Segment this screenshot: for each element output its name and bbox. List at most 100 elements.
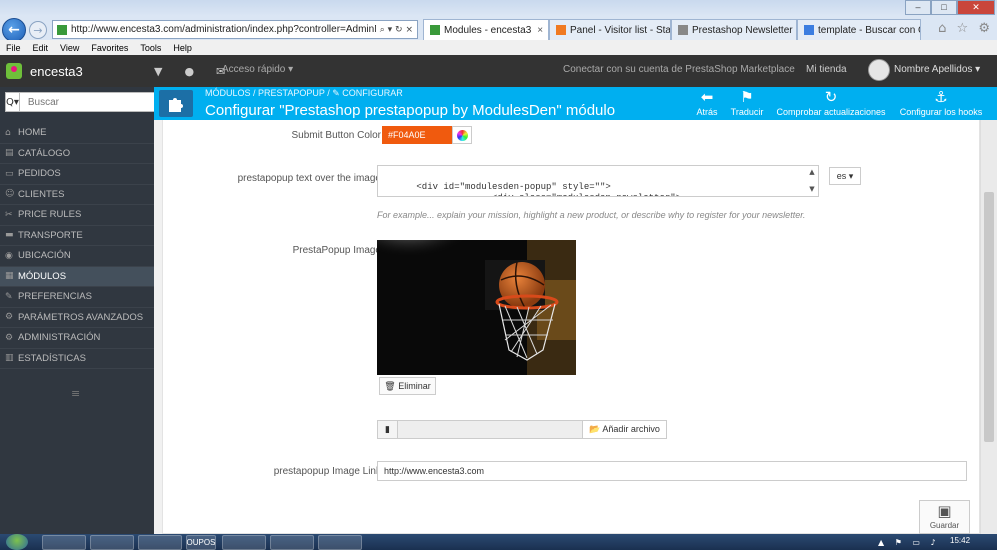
menu-file[interactable]: File [6, 43, 21, 53]
wrench-icon: ✎ [5, 291, 13, 302]
quick-access-menu[interactable]: Acceso rápido ▾ [222, 64, 293, 75]
language-select[interactable]: es ▾ [829, 167, 861, 185]
menu-tools[interactable]: Tools [140, 43, 161, 53]
taskbar-explorer[interactable] [90, 535, 134, 550]
taskbar-firefox[interactable] [138, 535, 182, 550]
popup-text-textarea[interactable]: <div id="modulesden-popup" style=""> <di… [377, 165, 819, 197]
configure-hooks-label: Configurar los hooks [899, 107, 983, 117]
taskbar-ie[interactable] [42, 535, 86, 550]
popup-text-label: prestapopup text over the image [237, 173, 381, 184]
forward-arrow-icon[interactable]: → [29, 21, 47, 39]
avatar[interactable] [868, 59, 890, 81]
sidebar-item-label: PRICE RULES [18, 209, 82, 221]
sidebar-item-label: PREFERENCIAS [18, 291, 92, 303]
taskbar-media[interactable] [222, 535, 266, 550]
sidebar-item-stats[interactable]: ▥ ESTADÍSTICAS [0, 349, 154, 369]
prestashop-logo-icon [6, 63, 22, 79]
sidebar-item-home[interactable]: ⌂ HOME [0, 123, 154, 144]
user-icon[interactable]: ● [184, 65, 194, 78]
browser-tab-panel[interactable]: Panel - Visitor list - Stats [549, 19, 671, 40]
breadcrumb: MÓDULOS / PRESTAPOPUP / ✎ CONFIGURAR [205, 88, 403, 98]
translate-button-label: Traducir [730, 107, 764, 117]
scrollbar-thumb[interactable] [984, 192, 994, 442]
minimize-button[interactable]: – [905, 0, 931, 15]
price-rules-icon: ✂ [5, 209, 13, 220]
sidebar-menu: ⌂ HOME ▤ CATÁLOGO ▭ PEDIDOS ☺ CLIENTES ✂ PRIC… [0, 123, 154, 369]
sidebar-item-administration[interactable]: ⚙ ADMINISTRACIÓN [0, 328, 154, 349]
browser-tab-modules[interactable]: Modules - encesta3 × [423, 19, 549, 40]
taskbar-paint[interactable] [318, 535, 362, 550]
sidebar-item-catalog[interactable]: ▤ CATÁLOGO [0, 144, 154, 164]
arrow-left-circle-icon: ⬅ [700, 88, 714, 106]
sidebar-item-label: PEDIDOS [18, 168, 61, 180]
search-input[interactable] [19, 92, 161, 112]
tab-close-icon[interactable]: × [537, 25, 543, 36]
start-button[interactable] [6, 534, 28, 550]
taskbar-app[interactable]: OUPOS [186, 535, 216, 550]
gear-icon: ⚙ [5, 332, 14, 343]
cogs-icon: ⚙ [5, 312, 14, 323]
sidebar-item-orders[interactable]: ▭ PEDIDOS [0, 164, 154, 185]
submit-color-input[interactable]: #F04A0E [382, 126, 452, 144]
image-link-input[interactable] [377, 461, 967, 481]
sidebar: Q▾ ⌂ HOME ▤ CATÁLOGO ▭ PEDIDOS ☺CLIENTES ✂ P… [0, 87, 161, 534]
window-controls: – □ ✕ [905, 0, 995, 15]
puzzle-icon: ▦ [5, 271, 14, 282]
shop-name: encesta3 [30, 63, 83, 79]
cart-icon[interactable]: ▼ [154, 65, 162, 78]
textarea-scroll-arrows-icon[interactable]: ▲ ▼ [807, 167, 817, 195]
tab-favicon-icon [556, 25, 566, 35]
translate-button[interactable]: ⚑ Traducir [727, 88, 767, 117]
delete-image-button[interactable]: 🗑 Eliminar [379, 377, 436, 395]
close-window-button[interactable]: ✕ [957, 0, 995, 15]
logo[interactable]: encesta3 [0, 55, 154, 87]
my-shop-link[interactable]: Mi tienda [806, 64, 847, 75]
check-updates-button[interactable]: ↻ Comprobar actualizaciones [773, 88, 889, 117]
back-arrow-icon[interactable]: ← [2, 18, 26, 42]
taskbar-calculator[interactable] [270, 535, 314, 550]
sidebar-item-label: CATÁLOGO [18, 147, 71, 159]
file-icon: ▮ [378, 421, 398, 438]
sidebar-item-label: ESTADÍSTICAS [18, 352, 86, 364]
configure-hooks-button[interactable]: ⚓ Configurar los hooks [897, 88, 985, 117]
file-name-input[interactable] [398, 421, 582, 438]
file-upload-field: ▮ 📂 Añadir archivo [377, 420, 667, 439]
color-picker-button[interactable] [452, 126, 472, 144]
maximize-button[interactable]: □ [931, 0, 957, 15]
menu-help[interactable]: Help [173, 43, 192, 53]
address-actions-icon[interactable]: ⌕ ▾ ↻ × [376, 25, 417, 35]
menu-edit[interactable]: Edit [33, 43, 49, 53]
sidebar-item-label: PARÁMETROS AVANZADOS [18, 311, 144, 323]
save-button[interactable]: ▣ Guardar [919, 500, 970, 534]
content-area: Submit Button Color #F04A0E prestapopup … [154, 120, 997, 534]
back-button[interactable]: ⬅ Atrás [692, 88, 722, 117]
sidebar-item-customers[interactable]: ☺ CLIENTES [0, 185, 154, 205]
menu-bar: File Edit View Favorites Tools Help [0, 40, 997, 55]
system-tray-icons[interactable]: ▲ ⚑ ▭ ♪ [878, 538, 940, 547]
address-bar[interactable]: http://www.encesta3.com/administration/i… [52, 20, 418, 39]
browser-tab-newsletter[interactable]: Prestashop Newsletter P... [671, 19, 797, 40]
title-bar [0, 0, 997, 16]
sidebar-item-price-rules[interactable]: ✂ PRICE RULES [0, 205, 154, 226]
menu-favorites[interactable]: Favorites [91, 43, 128, 53]
tab-favicon-icon [804, 25, 814, 35]
sidebar-item-modules[interactable]: ▦ MÓDULOS [0, 266, 154, 287]
add-file-button[interactable]: 📂 Añadir archivo [582, 421, 666, 438]
sidebar-item-localization[interactable]: ◉ UBICACIÓN [0, 246, 154, 267]
browser-tab-google[interactable]: template - Buscar con Go... [797, 19, 921, 40]
page-scrollbar[interactable] [980, 120, 997, 534]
marketplace-link[interactable]: Conectar con su cuenta de PrestaShop Mar… [563, 64, 795, 75]
sidebar-item-shipping[interactable]: ▬ TRANSPORTE [0, 226, 154, 246]
user-menu[interactable]: Nombre Apellidos ▾ [894, 64, 980, 75]
clock: 15:42 [950, 536, 971, 545]
search-type-button[interactable]: Q▾ [5, 92, 20, 112]
sidebar-item-advanced-parameters[interactable]: ⚙ PARÁMETROS AVANZADOS [0, 308, 154, 328]
sidebar-item-label: MÓDULOS [18, 270, 67, 282]
orders-icon: ▭ [5, 168, 14, 179]
browser-tools-icons[interactable]: ⌂ ☆ ⚙ [938, 21, 993, 36]
collapse-menu-icon[interactable]: ≡ [71, 387, 80, 400]
popup-text-value: <div id="modulesden-popup" style=""> <di… [416, 182, 681, 196]
menu-view[interactable]: View [60, 43, 79, 53]
image-link-label: prestapopup Image Link [273, 466, 381, 477]
sidebar-item-preferences[interactable]: ✎ PREFERENCIAS [0, 287, 154, 308]
